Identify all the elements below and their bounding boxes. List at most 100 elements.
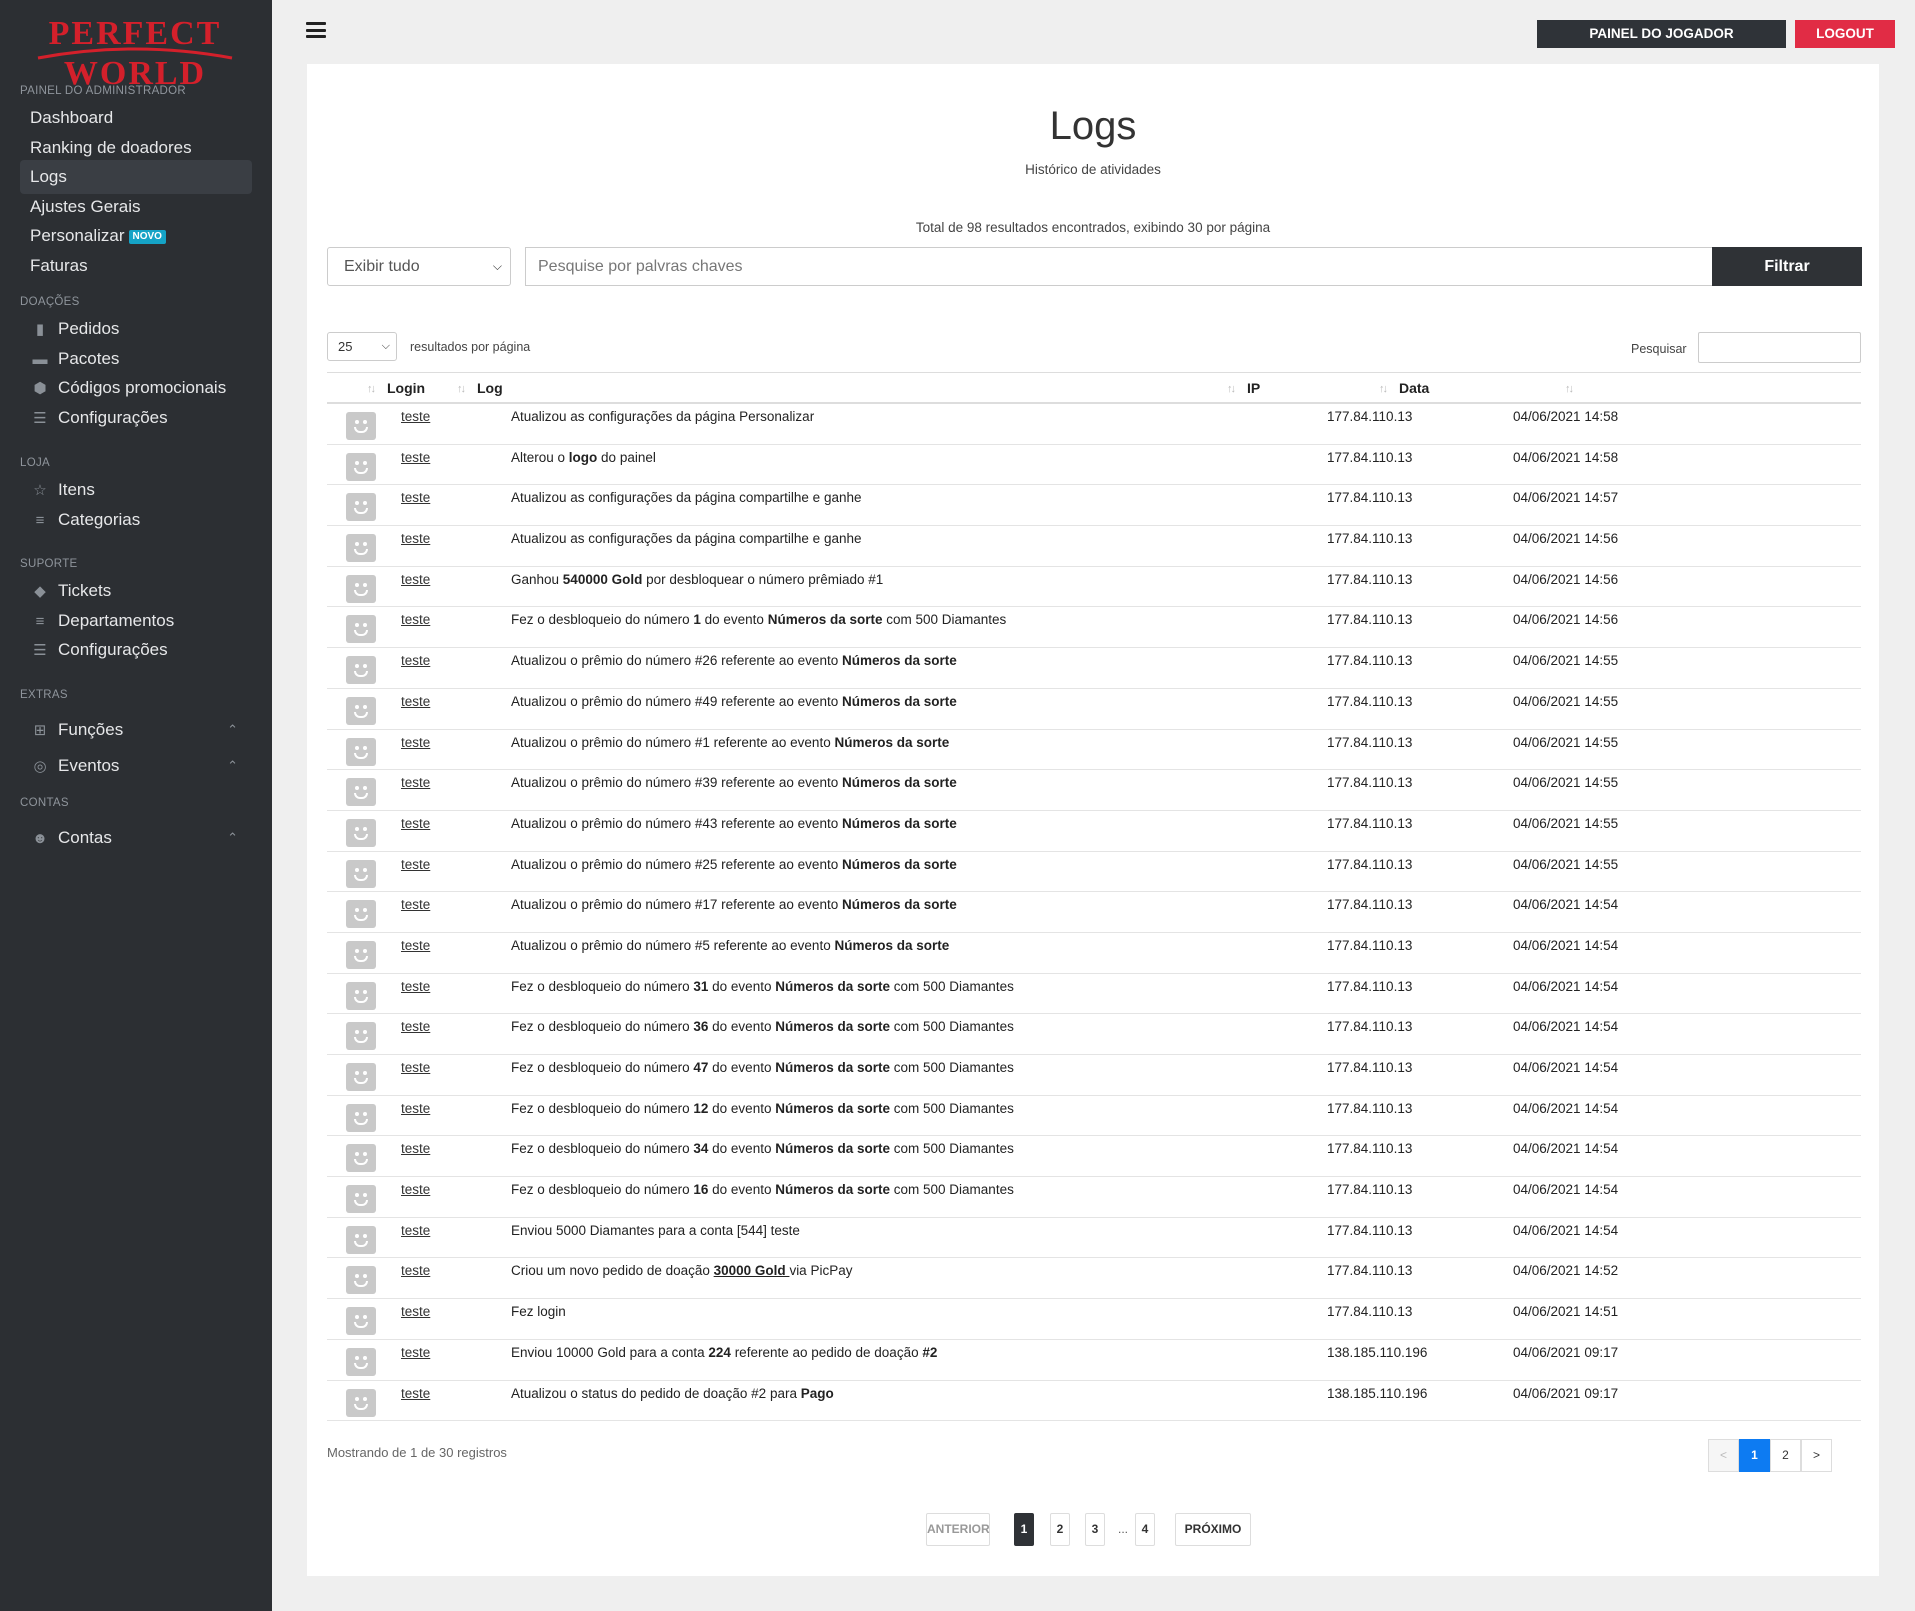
header-ip[interactable]: IP: [1247, 380, 1260, 396]
login-link[interactable]: teste: [401, 612, 430, 627]
pager-prev-button[interactable]: ANTERIOR: [926, 1513, 990, 1546]
avatar-icon: [346, 900, 376, 929]
avatar-icon: [346, 1063, 376, 1091]
avatar-icon: [346, 1185, 376, 1214]
page-subtitle: Histórico de atividades: [1025, 162, 1161, 177]
table-row: teste Fez login 177.84.110.13 04/06/2021 14…: [327, 1299, 1861, 1340]
sidebar-item-itens[interactable]: ☆ Itens: [20, 473, 252, 507]
sidebar-item-label: Contas: [58, 828, 112, 847]
menu-toggle-icon[interactable]: [306, 22, 326, 40]
login-link[interactable]: teste: [401, 1345, 430, 1360]
sidebar-item-configura-es[interactable]: ☰ Configurações: [20, 633, 252, 667]
login-link[interactable]: teste: [401, 409, 430, 424]
login-link[interactable]: teste: [401, 694, 430, 709]
ip-cell: 177.84.110.13: [1327, 693, 1413, 709]
perfect-world-logo[interactable]: PERFECT WORLD: [30, 10, 240, 88]
pager-prev-small[interactable]: <: [1708, 1439, 1739, 1472]
sidebar-item-logs[interactable]: Logs: [20, 160, 252, 194]
login-link[interactable]: teste: [401, 1019, 430, 1034]
login-link[interactable]: teste: [401, 897, 430, 912]
sidebar-item-contas[interactable]: ☻ Contas ⌃: [20, 821, 252, 855]
table-search-input[interactable]: [1698, 332, 1861, 363]
login-link[interactable]: teste: [401, 531, 430, 546]
header-date[interactable]: Data: [1399, 380, 1429, 396]
login-link[interactable]: teste: [401, 775, 430, 790]
avatar-icon: [346, 940, 376, 969]
date-cell: 04/06/2021 14:54: [1513, 1182, 1619, 1198]
chevron-up-icon: ⌃: [227, 758, 238, 773]
login-link[interactable]: teste: [401, 1223, 430, 1238]
users-icon: ☻: [32, 830, 48, 847]
ip-cell: 177.84.110.13: [1327, 937, 1413, 953]
login-link[interactable]: teste: [401, 490, 430, 505]
login-link[interactable]: teste: [401, 1101, 430, 1116]
pager-big-page-4[interactable]: 4: [1135, 1513, 1155, 1546]
player-panel-button[interactable]: PAINEL DO JOGADOR: [1537, 20, 1786, 48]
login-link[interactable]: teste: [401, 572, 430, 587]
sidebar-item-personalizar[interactable]: Personalizar NOVO: [20, 219, 252, 253]
ip-cell: 177.84.110.13: [1327, 490, 1413, 506]
login-link[interactable]: teste: [401, 1182, 430, 1197]
sidebar-item-c-digos-promocionais[interactable]: ⬢ Códigos promocionais: [20, 371, 252, 405]
pager-next-button[interactable]: PRÓXIMO: [1175, 1513, 1251, 1546]
sidebar-item-label: Códigos promocionais: [58, 378, 227, 397]
login-link[interactable]: teste: [401, 816, 430, 831]
header-log[interactable]: Log: [477, 380, 503, 396]
login-link[interactable]: teste: [401, 735, 430, 750]
pager-big-page-3[interactable]: 3: [1085, 1513, 1105, 1546]
sort-icon[interactable]: ↑↓: [1227, 383, 1236, 395]
sort-icon[interactable]: ↑↓: [1379, 383, 1388, 395]
avatar-icon: [346, 737, 376, 766]
sidebar-item-fun-es[interactable]: ⊞ Funções ⌃: [20, 713, 252, 747]
pager-page-1[interactable]: 1: [1739, 1439, 1770, 1472]
keyword-search-input[interactable]: Pesquise por palvras chaves: [525, 247, 1718, 286]
sort-icon[interactable]: ↑↓: [367, 383, 376, 395]
sidebar-item-categorias[interactable]: ≡ Categorias: [20, 503, 252, 537]
pager-next-small[interactable]: >: [1801, 1439, 1832, 1472]
date-cell: 04/06/2021 14:51: [1513, 1304, 1619, 1320]
ip-cell: 177.84.110.13: [1327, 815, 1413, 831]
login-link[interactable]: teste: [401, 1263, 430, 1278]
table-row: teste Fez o desbloqueio do número 47 do e…: [327, 1055, 1861, 1096]
ip-cell: 177.84.110.13: [1327, 856, 1413, 872]
login-link[interactable]: teste: [401, 938, 430, 953]
logo-line1: PERFECT: [49, 15, 222, 52]
header-login[interactable]: Login: [387, 380, 425, 396]
login-link[interactable]: teste: [401, 653, 430, 668]
login-link[interactable]: teste: [401, 1060, 430, 1075]
logout-button[interactable]: LOGOUT: [1795, 20, 1895, 48]
pager-big-page-2[interactable]: 2: [1050, 1513, 1070, 1546]
sidebar-item-dashboard[interactable]: Dashboard: [20, 101, 252, 135]
date-cell: 04/06/2021 14:54: [1513, 978, 1619, 994]
table-row: teste Enviou 10000 Gold para a conta 224 …: [327, 1340, 1861, 1381]
ip-cell: 177.84.110.13: [1327, 775, 1413, 791]
login-link[interactable]: teste: [401, 450, 430, 465]
login-link[interactable]: teste: [401, 979, 430, 994]
sort-icon[interactable]: ↑↓: [457, 383, 466, 395]
filter-button[interactable]: Filtrar: [1712, 247, 1862, 286]
sidebar-item-pedidos[interactable]: ▮ Pedidos: [20, 312, 252, 346]
date-cell: 04/06/2021 14:54: [1513, 1222, 1619, 1238]
chevron-down-icon: ⌵: [492, 259, 502, 273]
sidebar-item-eventos[interactable]: ◎ Eventos ⌃: [20, 749, 252, 783]
pager-page-2[interactable]: 2: [1770, 1439, 1801, 1472]
avatar-icon: [346, 493, 376, 522]
login-link[interactable]: teste: [401, 1141, 430, 1156]
login-link[interactable]: teste: [401, 1386, 430, 1401]
table-row: teste Atualizou o prêmio do número #26 re…: [327, 648, 1861, 689]
table-row: teste Enviou 5000 Diamantes para a conta …: [327, 1218, 1861, 1259]
login-link[interactable]: teste: [401, 857, 430, 872]
sidebar-section-label: CONTAS: [20, 797, 69, 809]
sidebar-item-faturas[interactable]: Faturas: [20, 249, 252, 283]
filter-select[interactable]: Exibir tudo ⌵: [327, 247, 511, 286]
sidebar-item-tickets[interactable]: ◆ Tickets: [20, 574, 252, 608]
table-row: teste Alterou o logo do painel 177.84.110.…: [327, 445, 1861, 486]
pager-big-page-1[interactable]: 1: [1014, 1513, 1034, 1546]
sidebar-item-configura-es[interactable]: ☰ Configurações: [20, 401, 252, 435]
login-link[interactable]: teste: [401, 1304, 430, 1319]
per-page-select[interactable]: 25 ⌵: [327, 332, 397, 361]
table-row: teste Criou um novo pedido de doação 3000…: [327, 1258, 1861, 1300]
order-link[interactable]: 30000 Gold: [714, 1263, 790, 1278]
logs-table: ↑↓ Login ↑↓ Log ↑↓ IP ↑↓ Data ↑↓ teste At…: [327, 372, 1861, 1422]
sort-icon[interactable]: ↑↓: [1565, 383, 1574, 395]
